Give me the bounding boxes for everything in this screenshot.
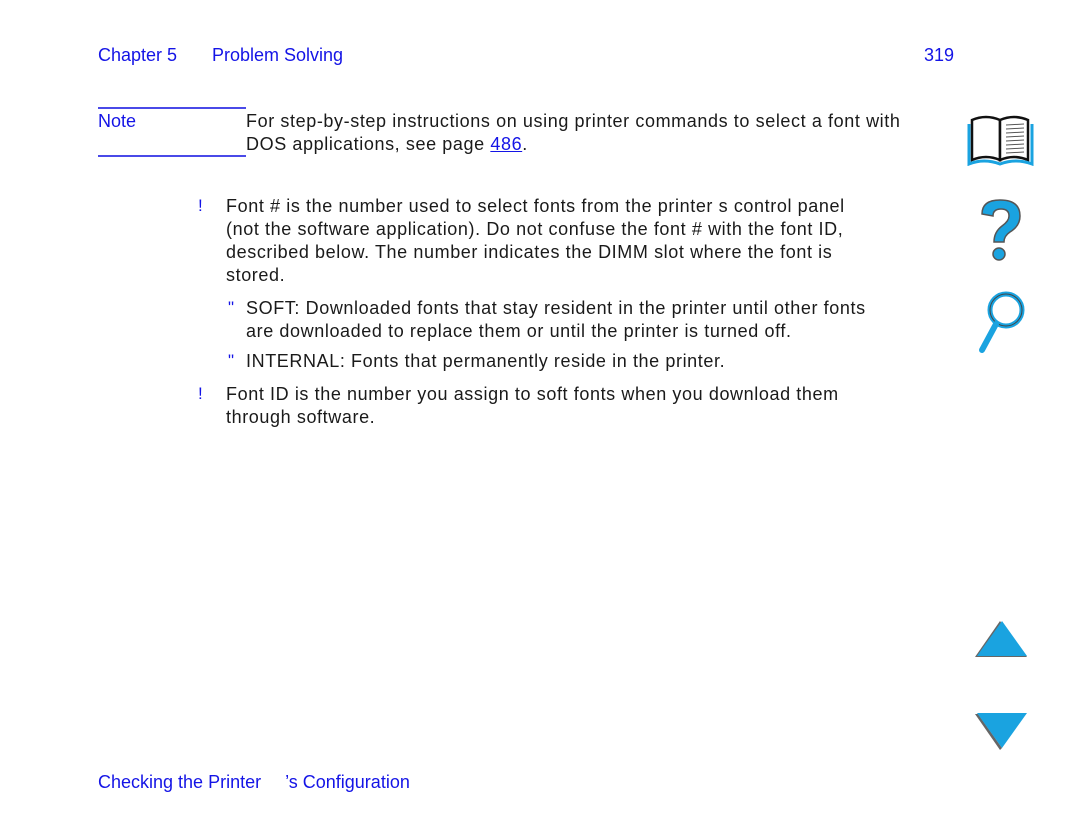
sub-item-soft: SOFT: Downloaded fonts that stay residen…	[246, 297, 866, 343]
up-arrow-icon[interactable]	[972, 618, 1032, 660]
list-item-line: Font # is the number used to select font…	[226, 196, 845, 216]
bullet-marker: !	[198, 384, 203, 403]
list-item-line: SOFT: Downloaded fonts that stay residen…	[246, 298, 866, 318]
bullet-marker: !	[198, 196, 203, 215]
list-item-line: described below. The number indicates th…	[226, 242, 833, 262]
chapter-label[interactable]: Chapter 5	[98, 45, 177, 66]
section-title[interactable]: Problem Solving	[212, 45, 343, 66]
book-icon[interactable]	[966, 112, 1036, 166]
list-item-line: Font ID is the number you assign to soft…	[226, 384, 839, 404]
note-text-end: .	[522, 134, 528, 154]
list-item-line: INTERNAL: Fonts that permanently reside …	[246, 351, 726, 371]
list-item-line: through software.	[226, 407, 376, 427]
down-arrow-icon[interactable]	[972, 710, 1032, 752]
page-number: 319	[924, 45, 955, 65]
note-top-rule	[98, 107, 246, 109]
note-text: For step-by-step instructions on using p…	[246, 110, 946, 156]
list-item-line: stored.	[226, 265, 286, 285]
note-label: Note	[98, 111, 137, 131]
footer-part-2: ’s Configuration	[285, 772, 410, 792]
footer-link[interactable]: Checking the Printer ’s Configuration	[98, 772, 410, 793]
list-item-line: are downloaded to replace them or until …	[246, 321, 792, 341]
note-text-body: For step-by-step instructions on using p…	[246, 111, 901, 154]
note-bottom-rule	[98, 155, 246, 157]
list-item-font-id: Font ID is the number you assign to soft…	[226, 383, 839, 429]
footer-part-1: Checking the Printer	[98, 772, 262, 792]
list-item-line: (not the software application). Do not c…	[226, 219, 844, 239]
page-486-link[interactable]: 486	[490, 134, 522, 154]
list-item-font-number: Font # is the number used to select font…	[226, 195, 845, 287]
sub-bullet-marker: "	[228, 351, 235, 370]
sub-item-internal: INTERNAL: Fonts that permanently reside …	[246, 350, 725, 373]
magnifier-icon[interactable]	[974, 290, 1030, 356]
sub-bullet-marker: "	[228, 298, 235, 317]
question-mark-icon[interactable]	[976, 196, 1026, 264]
